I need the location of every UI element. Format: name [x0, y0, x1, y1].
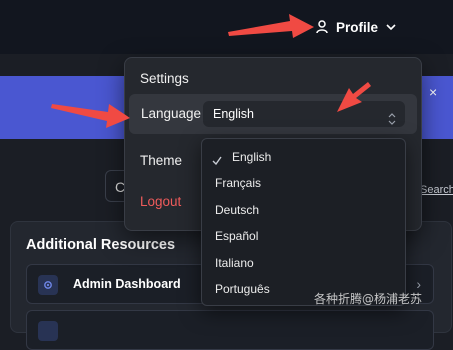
resources-title: Additional Resources [26, 237, 176, 253]
resource-item[interactable] [26, 310, 434, 350]
menu-item-settings[interactable]: Settings [140, 71, 189, 86]
language-option-portugues[interactable]: Português [215, 282, 270, 296]
profile-label: Profile [336, 19, 379, 35]
close-icon[interactable]: × [429, 85, 441, 99]
menu-item-logout[interactable]: Logout [140, 194, 181, 209]
language-option-espanol[interactable]: Español [215, 229, 258, 243]
language-option-francais[interactable]: Français [215, 176, 261, 190]
menu-item-theme[interactable]: Theme [140, 153, 182, 168]
gear-icon [38, 275, 58, 295]
box-icon [38, 321, 58, 341]
language-option-italiano[interactable]: Italiano [215, 256, 254, 270]
language-option-deutsch[interactable]: Deutsch [215, 203, 259, 217]
updown-chevron-icon [388, 108, 396, 134]
language-select[interactable]: English [203, 101, 405, 127]
profile-button[interactable]: Profile [316, 16, 396, 38]
top-header: Profile [0, 0, 453, 54]
resource-item-label: Admin Dashboard [73, 277, 181, 291]
menu-item-language: Language English [129, 94, 417, 134]
language-option-english[interactable]: English [232, 150, 271, 164]
check-icon [212, 152, 222, 170]
user-icon [316, 20, 328, 34]
chevron-down-icon [386, 23, 396, 31]
search-link[interactable]: Search [420, 184, 453, 196]
language-options-list: English Français Deutsch Español Italian… [201, 138, 406, 306]
language-selected-value: English [213, 107, 254, 121]
watermark: 各种折腾@杨浦老苏 [314, 292, 423, 306]
language-label: Language [141, 106, 202, 121]
